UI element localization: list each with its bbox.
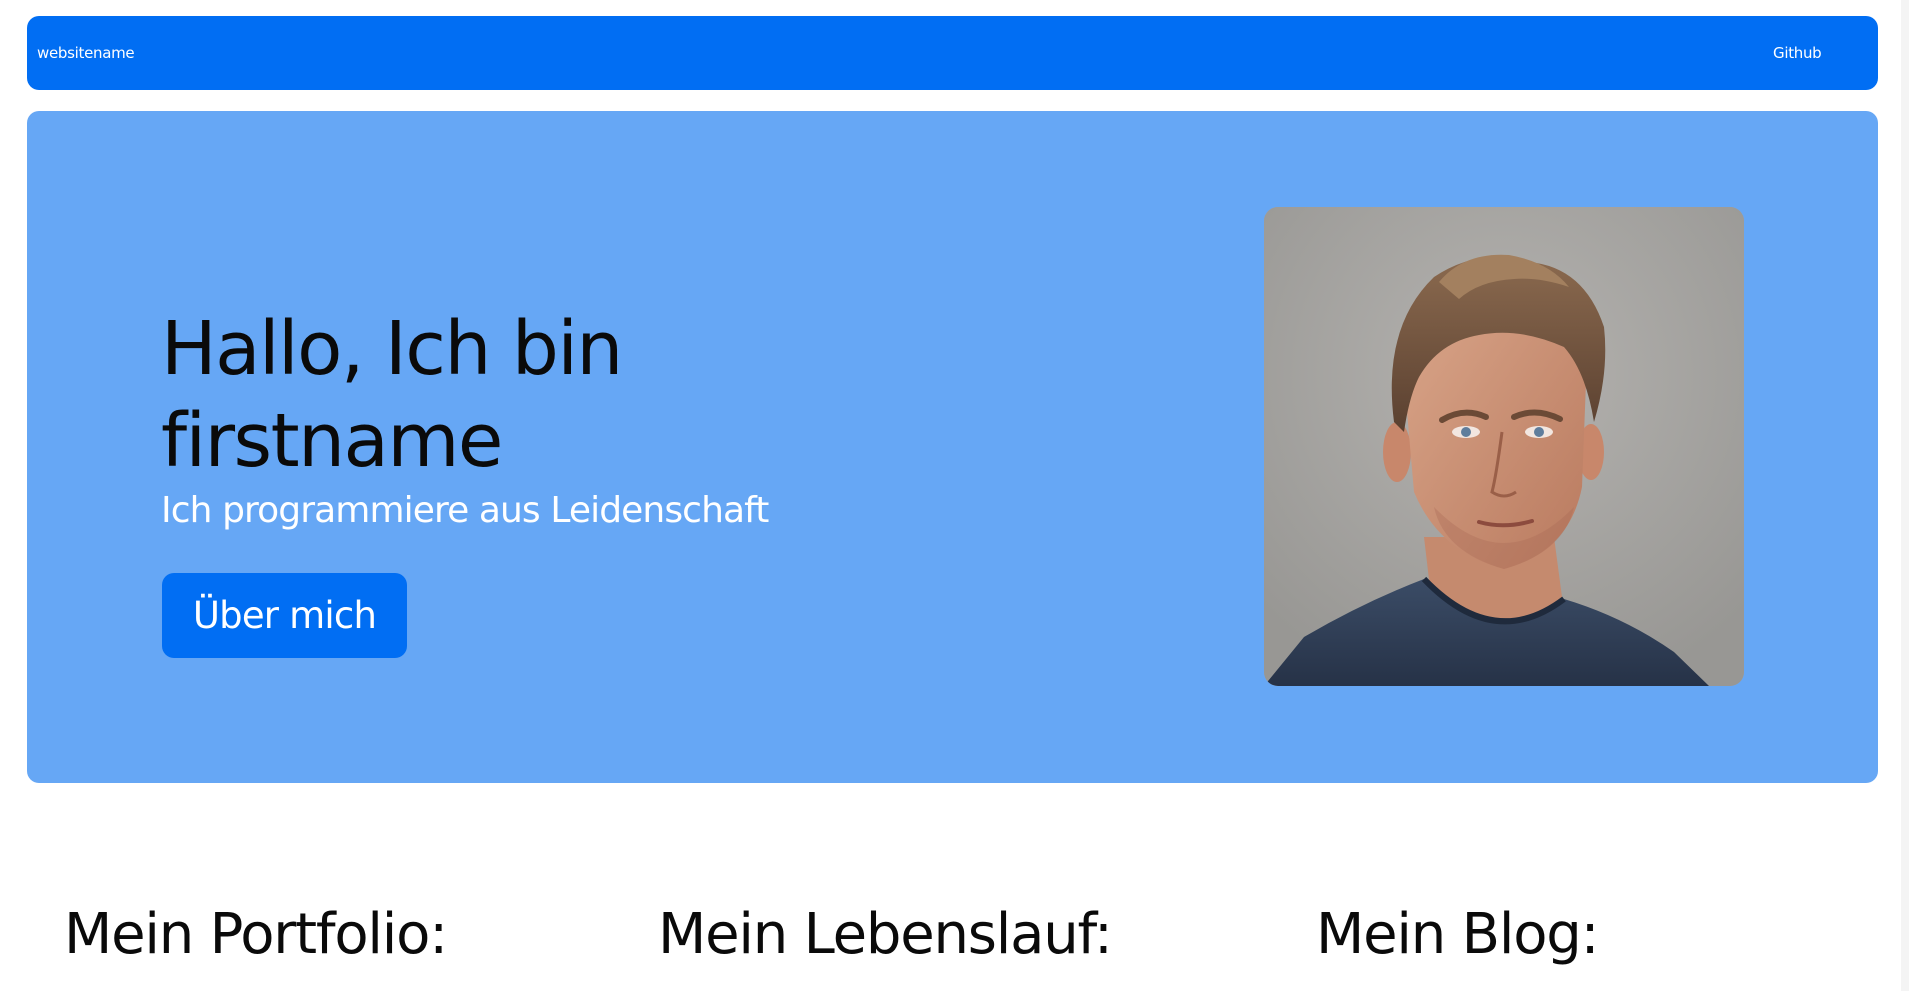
lebenslauf-heading: Mein Lebenslauf: [658,902,1113,967]
blog-heading: Mein Blog: [1316,902,1599,967]
hero-title: Hallo, Ich bin firstname [161,306,623,484]
hero-section: Hallo, Ich bin firstname Ich programmier… [27,111,1878,783]
about-me-button[interactable]: Über mich [162,573,407,658]
navbar: websitename Github [27,16,1878,90]
scrollbar-track[interactable] [1901,0,1909,991]
github-link[interactable]: Github [1773,43,1822,63]
page: websitename Github Hallo, Ich bin firstn… [0,0,1909,991]
portfolio-heading: Mein Portfolio: [64,902,448,967]
brand-link[interactable]: websitename [37,43,135,63]
hero-subtitle: Ich programmiere aus Leidenschaft [161,490,769,531]
portrait-illustration [1264,207,1744,686]
portrait-image [1264,207,1744,686]
